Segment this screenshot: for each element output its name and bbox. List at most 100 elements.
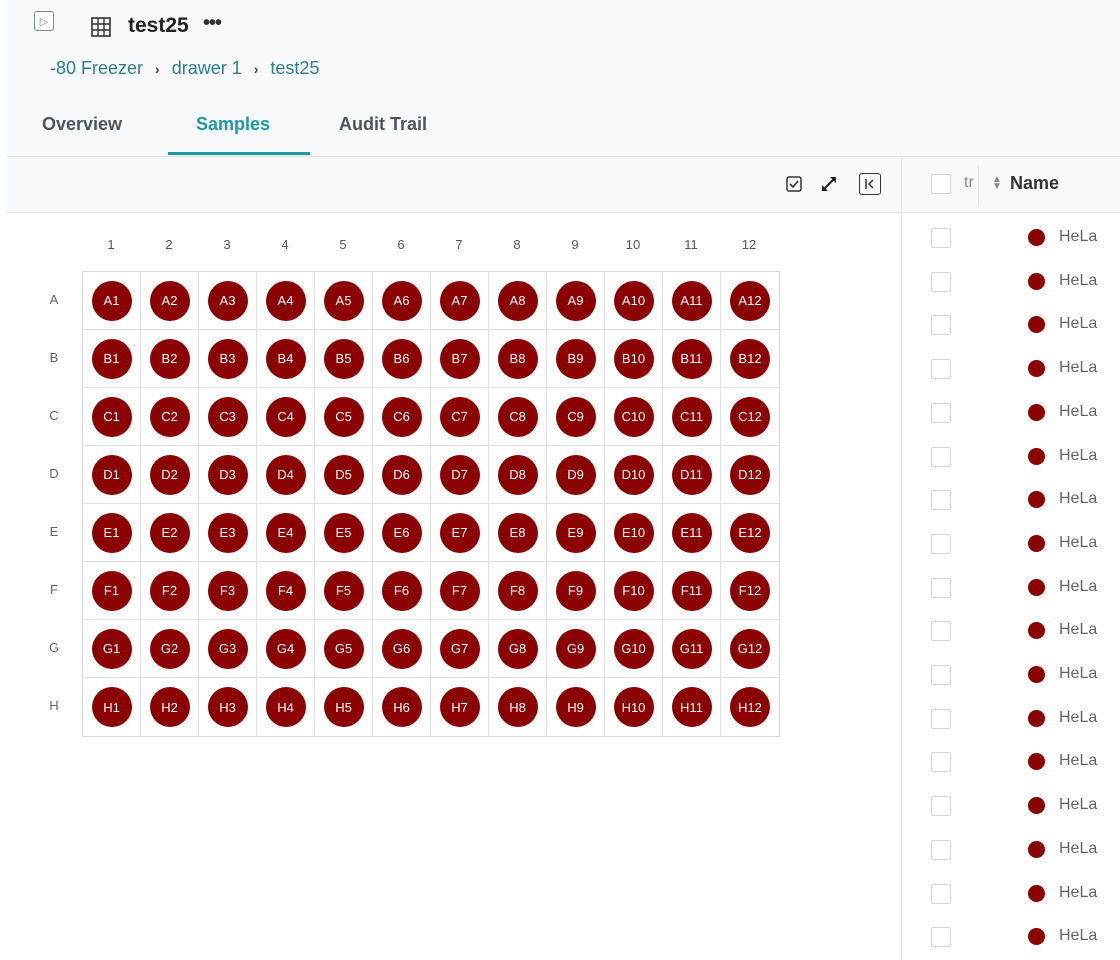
plate-cell[interactable]: G2 (141, 620, 199, 678)
plate-cell[interactable]: D8 (489, 446, 547, 504)
plate-cell[interactable]: F10 (605, 562, 663, 620)
table-row[interactable]: HeLa (902, 740, 1120, 784)
plate-cell[interactable]: D12 (721, 446, 779, 504)
sample-well[interactable]: C4 (265, 396, 306, 437)
sample-well[interactable]: C3 (207, 396, 248, 437)
sample-well[interactable]: G11 (671, 628, 712, 669)
sample-name[interactable]: HeLa (1059, 752, 1097, 770)
sample-well[interactable]: A7 (439, 280, 480, 321)
plate-cell[interactable]: E10 (605, 504, 663, 562)
sample-well[interactable]: E8 (497, 512, 538, 553)
sample-well[interactable]: H2 (149, 687, 190, 727)
plate-cell[interactable]: B1 (83, 330, 141, 388)
sample-well[interactable]: D2 (149, 454, 190, 495)
sample-well[interactable]: D7 (439, 454, 480, 495)
plate-cell[interactable]: G11 (663, 620, 721, 678)
sample-well[interactable]: B5 (323, 338, 364, 379)
tab-audit-trail[interactable]: Audit Trail (339, 114, 427, 135)
plate-cell[interactable]: B8 (489, 330, 547, 388)
plate-cell[interactable]: E8 (489, 504, 547, 562)
table-row[interactable]: HeLa (902, 435, 1120, 479)
sample-well[interactable]: B7 (439, 338, 480, 379)
sample-well[interactable]: A12 (730, 280, 770, 321)
sample-name[interactable]: HeLa (1059, 490, 1097, 508)
table-row[interactable]: HeLa (902, 391, 1120, 435)
sample-well[interactable]: B4 (265, 338, 306, 379)
sample-well[interactable]: C8 (497, 396, 538, 437)
sample-well[interactable]: F1 (91, 570, 132, 611)
table-row[interactable]: HeLa (902, 653, 1120, 697)
plate-cell[interactable]: A5 (315, 272, 373, 330)
plate-cell[interactable]: A2 (141, 272, 199, 330)
sample-well[interactable]: D1 (91, 454, 132, 495)
plate-cell[interactable]: G5 (315, 620, 373, 678)
plate-cell[interactable]: C12 (721, 388, 779, 446)
sample-name[interactable]: HeLa (1059, 796, 1097, 814)
collapse-panel-icon[interactable] (859, 173, 881, 195)
sample-well[interactable]: G10 (613, 628, 654, 669)
sample-well[interactable]: A3 (207, 280, 248, 321)
sample-well[interactable]: G7 (439, 628, 480, 669)
plate-cell[interactable]: C8 (489, 388, 547, 446)
sample-well[interactable]: D3 (207, 454, 248, 495)
row-checkbox[interactable] (931, 315, 951, 336)
plate-cell[interactable]: E9 (547, 504, 605, 562)
row-checkbox[interactable] (931, 402, 951, 423)
plate-cell[interactable]: G9 (547, 620, 605, 678)
row-checkbox[interactable] (931, 490, 951, 511)
plate-cell[interactable]: H10 (605, 678, 663, 736)
row-checkbox[interactable] (931, 839, 951, 860)
plate-cell[interactable]: F4 (257, 562, 315, 620)
plate-cell[interactable]: A11 (663, 272, 721, 330)
sample-well[interactable]: E11 (671, 512, 712, 553)
row-checkbox[interactable] (931, 883, 951, 904)
sample-well[interactable]: E6 (381, 512, 422, 553)
plate-cell[interactable]: E4 (257, 504, 315, 562)
expand-arrows-icon[interactable] (819, 174, 839, 194)
sample-well[interactable]: F2 (149, 570, 190, 611)
plate-cell[interactable]: G10 (605, 620, 663, 678)
sample-well[interactable]: C12 (730, 396, 770, 437)
sample-well[interactable]: E7 (439, 512, 480, 553)
sample-well[interactable]: H12 (730, 687, 770, 727)
plate-cell[interactable]: A4 (257, 272, 315, 330)
plate-cell[interactable]: B9 (547, 330, 605, 388)
plate-cell[interactable]: C4 (257, 388, 315, 446)
sample-well[interactable]: E2 (149, 512, 190, 553)
plate-cell[interactable]: C9 (547, 388, 605, 446)
plate-cell[interactable]: B5 (315, 330, 373, 388)
sample-well[interactable]: F5 (323, 570, 364, 611)
sample-well[interactable]: B6 (381, 338, 422, 379)
plate-cell[interactable]: C6 (373, 388, 431, 446)
sample-well[interactable]: D5 (323, 454, 364, 495)
sample-name[interactable]: HeLa (1059, 272, 1097, 290)
plate-cell[interactable]: A7 (431, 272, 489, 330)
breadcrumb-current[interactable]: test25 (270, 58, 319, 79)
checkbox-select-icon[interactable] (784, 174, 804, 194)
sample-well[interactable]: H5 (323, 687, 364, 727)
plate-cell[interactable]: B7 (431, 330, 489, 388)
row-checkbox[interactable] (931, 577, 951, 598)
table-row[interactable]: HeLa (902, 216, 1120, 260)
sample-well[interactable]: E1 (91, 512, 132, 553)
column-divider[interactable] (978, 165, 979, 205)
plate-cell[interactable]: A3 (199, 272, 257, 330)
sample-well[interactable]: H4 (265, 687, 306, 727)
plate-cell[interactable]: G4 (257, 620, 315, 678)
row-checkbox[interactable] (931, 533, 951, 554)
plate-cell[interactable]: H12 (721, 678, 779, 736)
table-row[interactable]: HeLa (902, 828, 1120, 872)
plate-cell[interactable]: D11 (663, 446, 721, 504)
breadcrumb-link-freezer[interactable]: -80 Freezer (50, 58, 143, 79)
plate-cell[interactable]: A10 (605, 272, 663, 330)
plate-cell[interactable]: F6 (373, 562, 431, 620)
expand-sidebar-button[interactable]: ▷ (34, 11, 54, 31)
plate-cell[interactable]: H2 (141, 678, 199, 736)
sample-well[interactable]: H6 (381, 687, 422, 727)
sample-well[interactable]: C10 (613, 396, 654, 437)
sample-well[interactable]: H7 (439, 687, 480, 727)
row-checkbox[interactable] (931, 271, 951, 292)
plate-cell[interactable]: G12 (721, 620, 779, 678)
sample-well[interactable]: H9 (555, 687, 596, 727)
sample-well[interactable]: G3 (207, 628, 248, 669)
